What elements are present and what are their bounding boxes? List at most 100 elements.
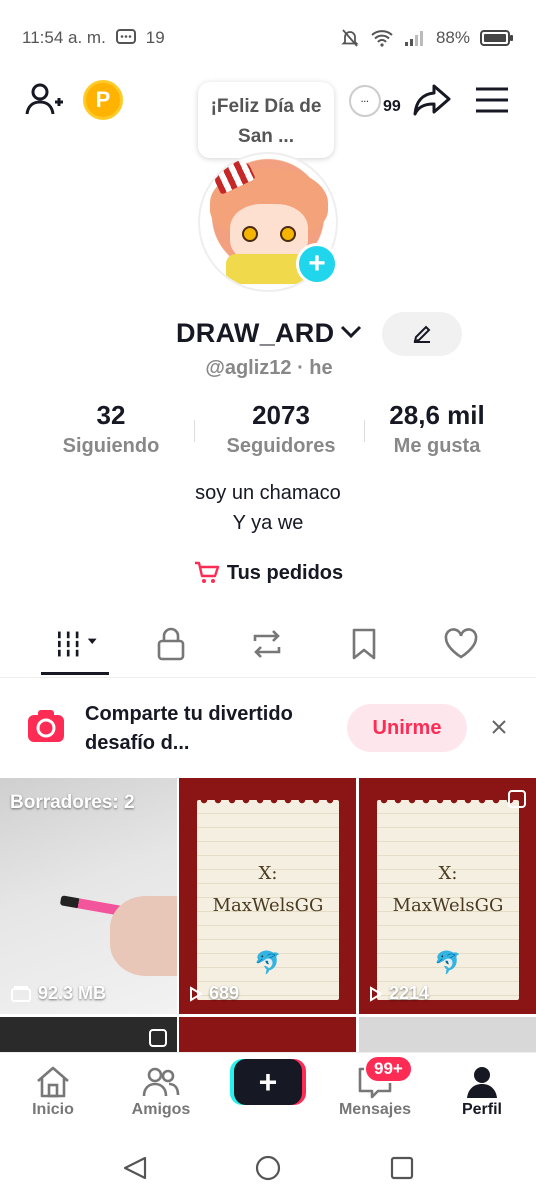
video-tile[interactable]: X: MaxWelsGG 🐬 2214	[359, 778, 536, 1014]
bio-line: Y ya we	[232, 512, 304, 534]
select-checkbox[interactable]	[508, 790, 526, 808]
friends-icon	[142, 1067, 180, 1097]
plus-icon: +	[258, 1063, 278, 1100]
messages-badge: 99+	[364, 1055, 413, 1083]
message-notification-icon	[115, 29, 136, 47]
bottom-nav: Inicio Amigos + Mensajes 99+ Perfil	[0, 1052, 536, 1136]
drafts-folder-icon	[11, 985, 31, 1002]
streak-ring-icon: ···	[349, 85, 381, 117]
video-tile[interactable]	[0, 1017, 177, 1053]
drafts-tile[interactable]: Borradores: 2 92.3 MB	[0, 778, 177, 1014]
challenge-banner: Comparte tu divertido desafío d... Unirm…	[0, 680, 536, 778]
video-tile[interactable]	[359, 1017, 536, 1053]
add-friend-button[interactable]	[22, 78, 66, 122]
following-label: Siguiendo	[62, 435, 160, 457]
add-person-icon	[25, 83, 63, 115]
stat-followers[interactable]: 2073 Seguidores	[196, 400, 366, 458]
story-bubble[interactable]: ¡Feliz Día de San ...	[198, 82, 334, 158]
pencil-icon	[413, 325, 431, 343]
tab-active-indicator	[41, 672, 109, 675]
video-tile[interactable]: X: MaxWelsGG 🐬 689	[179, 778, 356, 1014]
video-caption: MaxWelsGG	[212, 895, 324, 916]
join-button[interactable]: Unirme	[347, 704, 467, 752]
tab-favorites[interactable]	[340, 624, 388, 664]
home-icon	[37, 1066, 69, 1098]
edit-profile-button[interactable]	[382, 312, 462, 356]
display-name: DRAW_ARD	[176, 318, 335, 348]
nav-friends[interactable]: Amigos	[111, 1063, 211, 1119]
nav-home[interactable]: Inicio	[3, 1063, 103, 1119]
video-caption: X:	[438, 863, 458, 884]
create-button[interactable]: +	[234, 1059, 302, 1105]
bookmark-icon	[352, 628, 376, 660]
draft-size: 92.3 MB	[10, 983, 106, 1004]
coin-icon: P	[83, 80, 123, 120]
streak-badge[interactable]: ··· 99	[349, 84, 401, 118]
recents-icon[interactable]	[390, 1156, 414, 1180]
status-bar: 11:54 a. m. 19 88%	[0, 0, 536, 76]
following-count: 32	[96, 400, 126, 430]
stat-following[interactable]: 32 Siguiendo	[26, 400, 196, 458]
likes-count: 28,6 mil	[389, 400, 485, 430]
video-grid: Borradores: 2 92.3 MB X: MaxWelsGG 🐬 689…	[0, 778, 536, 1053]
stat-likes[interactable]: 28,6 mil Me gusta	[352, 400, 522, 458]
cart-icon	[194, 561, 220, 583]
bio-line: soy un chamaco	[195, 482, 341, 504]
home-circle-icon[interactable]	[255, 1155, 281, 1181]
signal-icon	[404, 29, 426, 47]
video-caption: MaxWelsGG	[392, 895, 504, 916]
notification-count: 19	[145, 28, 165, 47]
status-time: 11:54 a. m.	[22, 28, 106, 47]
video-tile[interactable]	[179, 1017, 356, 1053]
orders-link[interactable]: Tus pedidos	[0, 560, 536, 586]
likes-label: Me gusta	[393, 435, 481, 457]
drafts-label: Borradores: 2	[10, 792, 135, 813]
lock-icon	[157, 627, 185, 661]
nav-profile[interactable]: Perfil	[432, 1063, 532, 1119]
heart-icon	[444, 628, 478, 659]
select-checkbox[interactable]	[149, 1029, 167, 1047]
nav-messages-label: Mensajes	[338, 1101, 412, 1118]
bell-muted-icon	[340, 28, 360, 48]
camera-icon	[28, 710, 64, 742]
nav-profile-label: Perfil	[461, 1101, 502, 1118]
play-icon	[190, 985, 203, 1002]
battery-percent: 88%	[435, 28, 470, 47]
dolphin-icon: 🐬	[434, 950, 462, 975]
profile-tabs	[0, 612, 536, 678]
streak-count: 99	[383, 98, 401, 115]
tab-videos[interactable]	[54, 624, 102, 664]
followers-count: 2073	[252, 400, 310, 430]
grid-icon	[55, 631, 97, 657]
nav-friends-label: Amigos	[131, 1101, 191, 1118]
name-row: DRAW_ARD	[0, 312, 536, 358]
orders-label: Tus pedidos	[226, 561, 344, 584]
video-caption: X:	[258, 863, 278, 884]
view-count: 689	[189, 983, 239, 1004]
challenge-text: Comparte tu divertido desafío d...	[85, 703, 293, 754]
dolphin-icon: 🐬	[254, 950, 282, 975]
coin-button[interactable]: P	[83, 80, 123, 120]
profile-icon	[467, 1067, 497, 1098]
username-handle: @agliz12 · he	[205, 357, 333, 379]
repost-icon	[253, 630, 281, 658]
tab-reposts[interactable]	[243, 624, 291, 664]
menu-button[interactable]	[470, 80, 514, 120]
share-arrow-icon	[413, 84, 451, 116]
play-icon	[370, 985, 383, 1002]
account-switch-button[interactable]	[340, 324, 362, 345]
plus-icon: +	[308, 247, 326, 280]
tab-private[interactable]	[147, 624, 195, 664]
followers-label: Seguidores	[226, 435, 336, 457]
back-icon[interactable]	[123, 1156, 147, 1180]
view-count: 2214	[369, 983, 429, 1004]
hamburger-icon	[476, 87, 508, 113]
tab-liked[interactable]	[437, 624, 485, 664]
add-story-button[interactable]: +	[296, 243, 338, 285]
system-nav-bar	[0, 1136, 536, 1200]
wifi-icon	[370, 29, 394, 47]
share-button[interactable]	[410, 78, 454, 122]
nav-home-label: Inicio	[32, 1101, 74, 1118]
close-banner-button[interactable]	[486, 714, 512, 740]
profile-stats: 32 Siguiendo 2073 Seguidores 28,6 mil Me…	[0, 400, 536, 466]
